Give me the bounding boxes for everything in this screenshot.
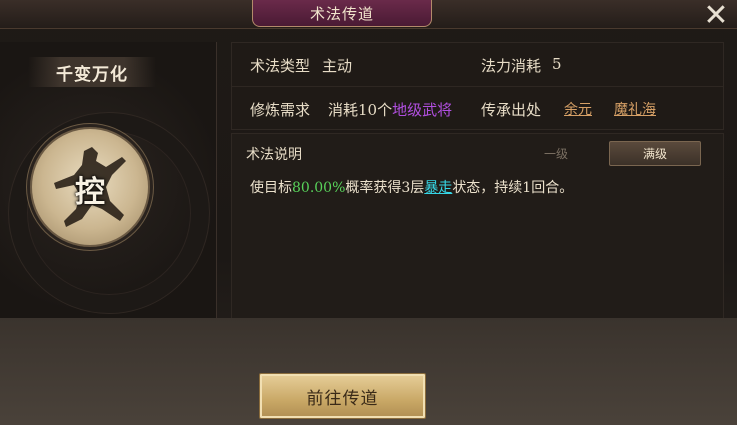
skill-emblem: 控: [30, 127, 150, 247]
requirement-highlight: 地级武将: [392, 101, 453, 119]
desc-part-1: 使目标: [250, 180, 292, 196]
description-header: 术法说明: [246, 147, 302, 163]
source-link-1[interactable]: 余元: [564, 99, 592, 119]
source-link-2[interactable]: 魔礼海: [614, 99, 656, 119]
row-divider: [232, 86, 723, 87]
tab-max-level-label: 满级: [642, 147, 667, 161]
type-value: 主动: [322, 57, 353, 75]
skill-name-plate: 千变万化: [28, 57, 156, 87]
mana-value: 5: [552, 55, 562, 73]
requirement-label: 修炼需求: [250, 101, 311, 119]
emblem-character: 控: [75, 175, 105, 210]
go-to-teach-button[interactable]: 前往传道: [259, 373, 426, 419]
window-title: 术法传道: [252, 0, 432, 27]
go-to-teach-label: 前往传道: [306, 388, 379, 409]
tab-max-level[interactable]: 满级: [609, 141, 701, 166]
desc-part-2: 概率获得3层: [345, 180, 425, 196]
close-icon: ✕: [703, 0, 729, 33]
desc-probability: 80.00%: [292, 180, 346, 196]
window-title-text: 术法传道: [309, 4, 374, 23]
skill-description-panel: 术法说明 一级 满级 使目标80.00%概率获得3层暴走状态，持续1回合。: [231, 133, 724, 320]
tab-level-1-label: 一级: [543, 146, 568, 161]
close-button[interactable]: ✕: [699, 0, 733, 33]
type-label: 术法类型: [250, 57, 311, 75]
skill-info-panel: 术法类型 主动 法力消耗 5 修炼需求 消耗10个地级武将 传承出处 余元 魔礼…: [231, 42, 724, 130]
desc-keyword-link[interactable]: 暴走: [424, 180, 452, 196]
mana-label: 法力消耗: [481, 57, 542, 75]
requirement-value: 消耗10个地级武将: [328, 99, 452, 120]
tab-level-1[interactable]: 一级: [522, 142, 590, 164]
desc-part-3: 状态，持续1回合。: [452, 180, 574, 196]
skill-name: 千变万化: [56, 64, 128, 85]
description-text: 使目标80.00%概率获得3层暴走状态，持续1回合。: [250, 177, 573, 197]
source-label: 传承出处: [481, 101, 542, 119]
requirement-prefix: 消耗10个: [328, 101, 393, 119]
